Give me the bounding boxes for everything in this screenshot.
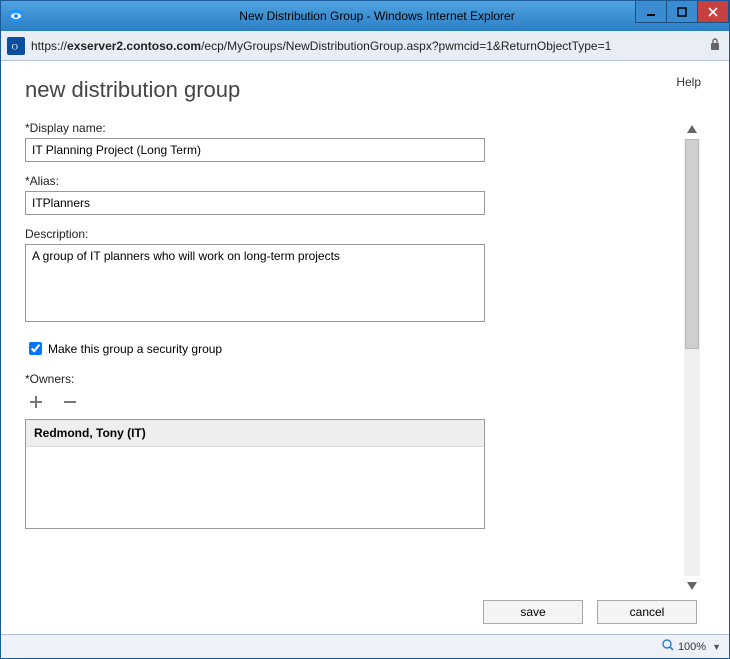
cancel-button[interactable]: cancel: [597, 600, 697, 624]
dialog-button-row: save cancel: [25, 600, 701, 624]
alias-label: *Alias:: [25, 174, 669, 188]
lock-icon: [709, 37, 723, 54]
save-button[interactable]: save: [483, 600, 583, 624]
alias-input[interactable]: [25, 191, 485, 215]
owners-list[interactable]: Redmond, Tony (IT): [25, 419, 485, 529]
scroll-track[interactable]: [684, 139, 700, 576]
owners-toolbar: [25, 389, 669, 419]
zoom-level[interactable]: 100%: [678, 641, 706, 653]
url-scheme: https://: [31, 39, 67, 53]
remove-owner-button[interactable]: [61, 393, 79, 411]
minimize-button[interactable]: [635, 1, 667, 23]
maximize-button[interactable]: [666, 1, 698, 23]
scroll-thumb[interactable]: [685, 139, 699, 349]
window-titlebar: New Distribution Group - Windows Interne…: [1, 1, 729, 31]
security-group-label: Make this group a security group: [48, 342, 222, 356]
address-bar: O https://exserver2.contoso.com/ecp/MyGr…: [1, 31, 729, 61]
svg-text:O: O: [12, 41, 18, 51]
security-group-checkbox-row[interactable]: Make this group a security group: [25, 339, 669, 358]
page-content: new distribution group Help *Display nam…: [1, 61, 725, 634]
zoom-icon[interactable]: [662, 639, 674, 654]
display-name-input[interactable]: [25, 138, 485, 162]
form-scrollbar[interactable]: [683, 121, 701, 594]
help-link[interactable]: Help: [676, 75, 701, 89]
url-host: exserver2.contoso.com: [67, 39, 201, 53]
scroll-up-button[interactable]: [684, 121, 700, 137]
form-area: *Display name: *Alias: Description: Make…: [25, 121, 683, 594]
url-text[interactable]: https://exserver2.contoso.com/ecp/MyGrou…: [31, 39, 703, 53]
description-label: Description:: [25, 227, 669, 241]
display-name-label: *Display name:: [25, 121, 669, 135]
close-button[interactable]: [697, 1, 729, 23]
security-group-checkbox[interactable]: [29, 342, 42, 355]
status-bar: 100% ▼: [1, 634, 729, 658]
zoom-dropdown-icon[interactable]: ▼: [712, 642, 721, 652]
window-controls: [636, 1, 729, 23]
list-item[interactable]: Redmond, Tony (IT): [26, 420, 484, 447]
url-path: /ecp/MyGroups/NewDistributionGroup.aspx?…: [201, 39, 611, 53]
outlook-icon: O: [7, 37, 25, 55]
ie-icon: [7, 7, 25, 25]
owners-label: *Owners:: [25, 372, 669, 386]
page-title: new distribution group: [25, 77, 240, 103]
add-owner-button[interactable]: [27, 393, 45, 411]
scroll-down-button[interactable]: [684, 578, 700, 594]
description-input[interactable]: [25, 244, 485, 322]
window-title: New Distribution Group - Windows Interne…: [25, 9, 729, 23]
